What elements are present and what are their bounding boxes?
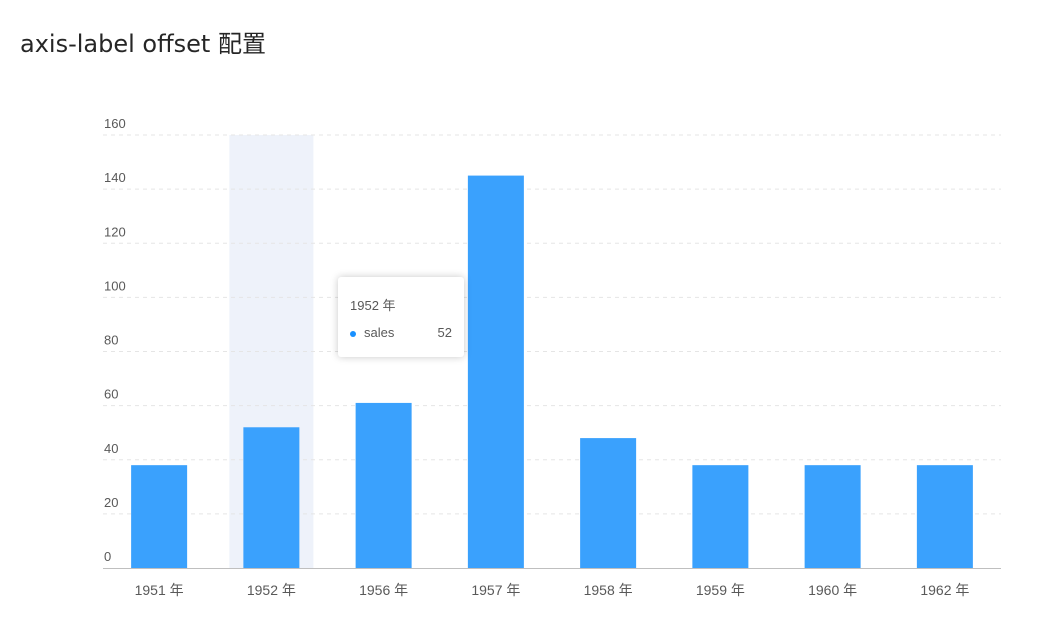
- x-tick-label: 1956 年: [359, 582, 408, 598]
- tooltip-series-value: 52: [437, 325, 452, 340]
- bar[interactable]: [916, 465, 973, 568]
- tooltip-title: 1952 年: [350, 298, 396, 313]
- y-tick-label: 40: [104, 441, 118, 456]
- x-tick-label: 1951 年: [135, 582, 184, 598]
- y-tick-label: 140: [104, 170, 126, 185]
- x-tick-label: 1957 年: [471, 582, 520, 598]
- y-tick-label: 120: [104, 224, 126, 239]
- y-tick-label: 160: [104, 116, 126, 131]
- y-tick-label: 0: [104, 549, 111, 564]
- bar[interactable]: [580, 438, 637, 568]
- y-tick-label: 60: [104, 387, 118, 402]
- chart-tooltip: 1952 年 sales 52: [338, 277, 464, 357]
- bar[interactable]: [692, 465, 749, 568]
- x-tick-label: 1962 年: [920, 582, 969, 598]
- tooltip-series-row: sales 52: [350, 325, 452, 340]
- bar[interactable]: [467, 175, 524, 568]
- x-tick-label: 1958 年: [584, 582, 633, 598]
- y-tick-label: 20: [104, 495, 118, 510]
- bar-chart: 0 20 40 60 80 100 120 140 160 1951 年 1952 年 1956 年…: [103, 116, 1001, 598]
- x-tick-label: 1959 年: [696, 582, 745, 598]
- y-tick-label: 100: [104, 278, 126, 293]
- tooltip-series-marker: [350, 330, 356, 337]
- y-tick-label: 80: [104, 333, 118, 348]
- bar[interactable]: [131, 465, 188, 568]
- bar[interactable]: [355, 402, 412, 568]
- bar[interactable]: [243, 427, 300, 568]
- tooltip-series-name: sales: [364, 325, 395, 340]
- bar[interactable]: [804, 465, 861, 568]
- x-tick-label: 1960 年: [808, 582, 857, 598]
- x-tick-label: 1952 年: [247, 582, 296, 598]
